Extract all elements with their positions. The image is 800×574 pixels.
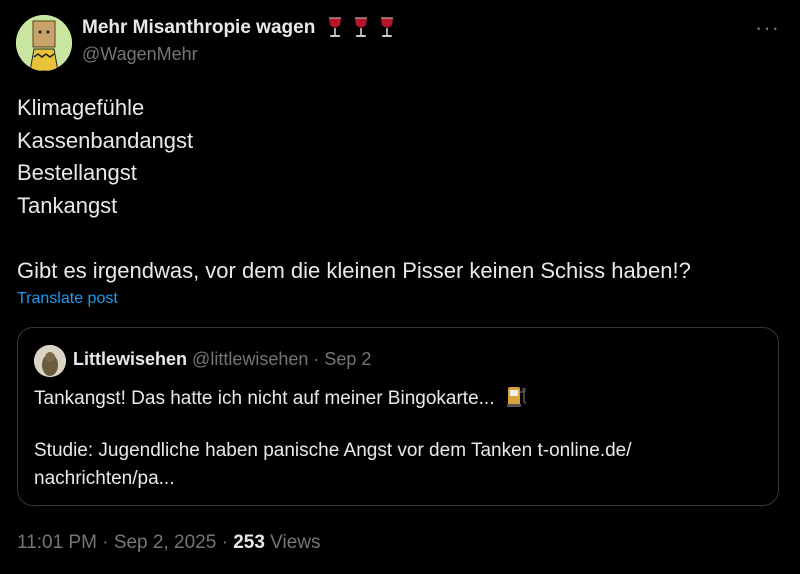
quoted-display-name[interactable]: Littlewisehen [73,349,187,369]
author-display-name[interactable]: Mehr Misanthropie wagen [82,17,315,39]
translate-post-link[interactable]: Translate post [17,290,118,308]
tweet-text: Klimagefühle Kassenbandangst Bestellangs… [17,92,691,287]
tweet-line: Tankangst [17,192,118,218]
meta-separator: · [308,349,325,369]
meta-separator: · [216,532,234,553]
more-options-icon[interactable]: ··· [755,17,780,39]
quoted-line: nachrichten/pa... [34,468,175,489]
name-emojis [325,17,397,39]
tweet-line: Klimagefühle [17,95,145,120]
quoted-line: Tankangst! Das hatte ich nicht auf meine… [34,388,495,409]
quoted-line: Studie: Jugendliche haben panische Angst… [34,440,632,461]
owl-figure-icon [34,345,66,377]
tweet-header: Mehr Misanthropie wagen @WagenMehr [82,17,397,65]
quoted-text: Tankangst! Das hatte ich nicht auf meine… [34,384,754,493]
views-label: Views [270,532,321,553]
author-avatar[interactable] [16,15,72,71]
quoted-date[interactable]: Sep 2 [324,349,371,369]
tweet-line: Bestellangst [17,160,137,185]
views-count: 253 [233,532,265,553]
wine-glass-icon [381,17,394,37]
wine-glass-icon [329,17,342,37]
quoted-tweet[interactable]: Littlewisehen @littlewisehen · Sep 2 Tan… [17,327,779,506]
tweet-question: Gibt es irgendwas, vor dem die kleinen P… [17,257,691,283]
paper-bag-character-icon [16,15,72,71]
quoted-author-avatar[interactable] [34,345,66,377]
quoted-handle[interactable]: @littlewisehen [192,349,308,369]
fuel-pump-icon [506,387,526,407]
post-date[interactable]: Sep 2, 2025 [114,532,216,553]
post-time[interactable]: 11:01 PM [17,532,97,553]
author-handle[interactable]: @WagenMehr [82,44,397,65]
tweet-line: Kassenbandangst [17,127,194,153]
wine-glass-icon [355,17,368,37]
quoted-header: Littlewisehen @littlewisehen · Sep 2 [73,349,371,370]
meta-separator: · [96,532,114,553]
tweet-footer: 11:01 PM · Sep 2, 2025 · 253 Views [17,532,321,554]
